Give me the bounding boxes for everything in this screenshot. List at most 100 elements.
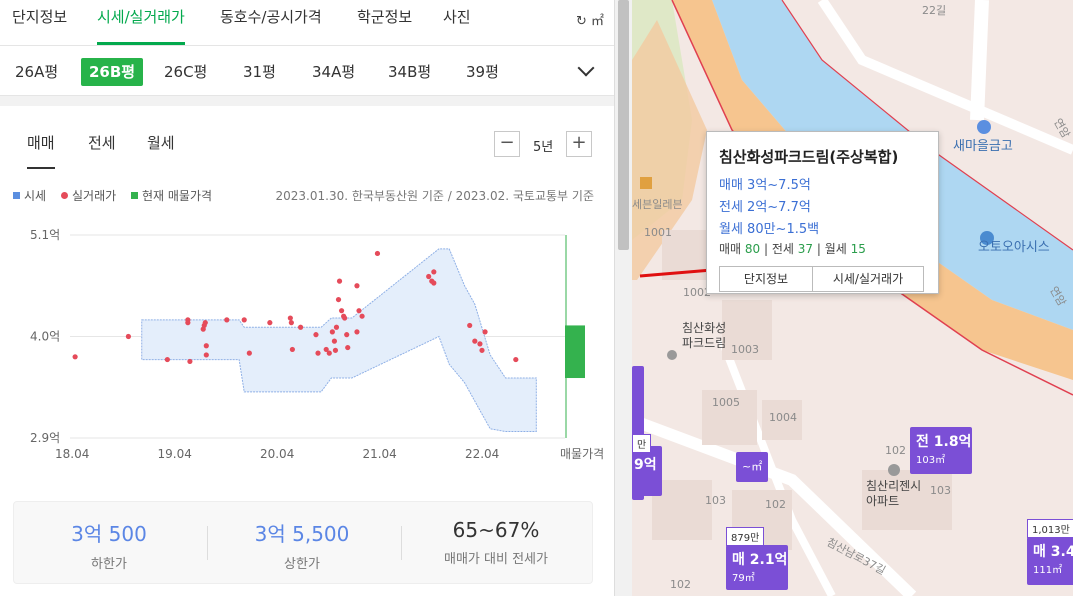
popup-price-button[interactable]: 시세/실거래가 bbox=[812, 266, 924, 292]
price-summary: 3억 500 하한가 3억 5,500 상한가 65~67% 매매가 대비 전세… bbox=[13, 501, 593, 584]
price-marker[interactable]: ~㎡ bbox=[736, 452, 768, 482]
price-marker[interactable]: 전 1.8억 103㎡ bbox=[910, 427, 972, 474]
summary-min-label: 하한가 bbox=[91, 557, 127, 572]
size-tab-selected[interactable]: 26B평 bbox=[81, 58, 144, 86]
size-tab[interactable]: 34B평 bbox=[388, 58, 431, 86]
transaction-point bbox=[426, 273, 432, 280]
transaction-point bbox=[356, 308, 362, 314]
legend-transaction: 실거래가 bbox=[61, 187, 116, 204]
legend-price: 시세 bbox=[13, 187, 46, 204]
transaction-point bbox=[224, 317, 230, 323]
y-tick-label: 5.1억 bbox=[30, 228, 60, 242]
complex-popup[interactable]: 침산화성파크드림(주상복합) 매매 3억~7.5억 전세 2억~7.7억 월세 … bbox=[706, 131, 939, 294]
transaction-point bbox=[354, 283, 360, 289]
transaction-point bbox=[246, 350, 252, 356]
summary-min-value: 3억 500 bbox=[71, 522, 147, 546]
section-divider bbox=[0, 96, 614, 106]
source-note: 2023.01.30. 한국부동산원 기준 / 2023.02. 국토교통부 기… bbox=[275, 189, 595, 203]
transaction-point bbox=[338, 308, 345, 314]
transaction-point bbox=[479, 347, 485, 353]
x-tick-label: 22.04 bbox=[465, 447, 499, 461]
map-label-building: 1001 bbox=[644, 226, 672, 239]
period-decrease-button[interactable]: − bbox=[494, 131, 520, 157]
summary-ratio-value: 65~67% bbox=[452, 518, 540, 542]
transaction-point bbox=[431, 269, 437, 275]
map-road bbox=[970, 0, 989, 121]
popup-title: 침산화성파크드림(주상복합) bbox=[719, 148, 899, 166]
transaction-point bbox=[431, 280, 437, 286]
size-tab[interactable]: 26C평 bbox=[164, 58, 207, 86]
period-increase-button[interactable]: + bbox=[566, 131, 592, 157]
x-tick-label: 20.04 bbox=[260, 447, 294, 461]
tab-complex-info[interactable]: 단지정보 bbox=[12, 7, 67, 45]
legend-swatch bbox=[13, 192, 20, 199]
transaction-point bbox=[202, 320, 208, 326]
transaction-point bbox=[482, 329, 488, 335]
transaction-point bbox=[359, 313, 365, 319]
y-tick-label: 4.0억 bbox=[30, 330, 60, 344]
transaction-point bbox=[185, 317, 191, 323]
summary-max: 3억 5,500 상한가 bbox=[207, 518, 397, 572]
price-marker[interactable]: 만 9억 bbox=[632, 434, 662, 496]
size-tabs: 26A평 26B평 26C평 31평 34A평 34B평 39평 bbox=[0, 46, 614, 96]
main-tabs: 단지정보 시세/실거래가 동호수/공시가격 학군정보 사진 ↻ ㎡ bbox=[0, 0, 614, 46]
map-label-complex: 침산화성 파크드림 bbox=[682, 321, 727, 350]
popup-listing-counts: 매매 80 | 전세 37 | 월세 15 bbox=[719, 242, 866, 256]
transaction-point bbox=[315, 350, 321, 356]
tab-sale[interactable]: 매매 bbox=[27, 132, 55, 169]
transaction-point bbox=[472, 338, 478, 344]
summary-min: 3억 500 하한가 bbox=[14, 518, 204, 572]
size-tab[interactable]: 31평 bbox=[243, 58, 276, 86]
transaction-point bbox=[267, 320, 273, 326]
price-marker[interactable]: 1,013만 매 3.4억 111㎡ bbox=[1027, 519, 1073, 585]
transaction-point bbox=[313, 332, 319, 338]
tab-monthly[interactable]: 월세 bbox=[147, 132, 175, 167]
bank-icon bbox=[977, 120, 991, 134]
store-icon bbox=[640, 177, 652, 189]
transaction-point bbox=[345, 344, 351, 351]
transaction-point bbox=[326, 350, 332, 356]
unit-toggle-button[interactable]: ↻ ㎡ bbox=[576, 10, 604, 29]
price-marker[interactable]: 879만 매 2.1억 79㎡ bbox=[726, 527, 788, 590]
transaction-point bbox=[374, 250, 381, 257]
map-label-building: 1004 bbox=[769, 411, 797, 424]
map-label: 22길 bbox=[922, 4, 947, 17]
transaction-point bbox=[342, 315, 348, 321]
deal-type-tabs: 매매 전세 월세 bbox=[0, 106, 614, 169]
scrollbar-thumb[interactable] bbox=[618, 0, 629, 250]
size-tab[interactable]: 39평 bbox=[466, 58, 499, 86]
transaction-point bbox=[164, 356, 170, 363]
transaction-point bbox=[332, 347, 339, 353]
legend-listing: 현재 매물가격 bbox=[131, 187, 212, 204]
panel-scrollbar[interactable] bbox=[614, 0, 632, 596]
transaction-point bbox=[289, 346, 295, 353]
transaction-point bbox=[297, 324, 304, 330]
summary-ratio-label: 매매가 대비 전세가 bbox=[444, 552, 548, 567]
tab-photos[interactable]: 사진 bbox=[443, 7, 471, 45]
transaction-point bbox=[241, 317, 247, 323]
map-label-building: 102 bbox=[765, 498, 786, 511]
map-view[interactable]: 22길 새마을금고 오토오아시스 세븐일레븐 1001 1002 1003 10… bbox=[632, 0, 1073, 596]
map-label-complex: 침산리젠시 아파트 bbox=[866, 479, 922, 508]
detail-panel: 단지정보 시세/실거래가 동호수/공시가격 학군정보 사진 ↻ ㎡ 26A평 2… bbox=[0, 0, 614, 596]
size-tab[interactable]: 34A평 bbox=[312, 58, 355, 86]
map-label-store: 세븐일레븐 bbox=[632, 198, 683, 211]
map-label-poi: 오토오아시스 bbox=[978, 240, 1050, 255]
transaction-point bbox=[331, 338, 338, 344]
transaction-point bbox=[344, 332, 350, 338]
legend-swatch bbox=[61, 192, 68, 199]
map-label-building: 102 bbox=[885, 444, 906, 457]
transaction-point bbox=[203, 352, 209, 358]
tab-school[interactable]: 학군정보 bbox=[357, 7, 412, 45]
size-tab[interactable]: 26A평 bbox=[15, 58, 58, 86]
apartment-icon bbox=[888, 464, 900, 476]
tab-market-price[interactable]: 시세/실거래가 bbox=[97, 7, 185, 45]
x-tick-label: 21.04 bbox=[362, 447, 396, 461]
tab-jeonse[interactable]: 전세 bbox=[88, 132, 116, 167]
transaction-point bbox=[467, 322, 473, 329]
popup-complex-info-button[interactable]: 단지정보 bbox=[719, 266, 813, 292]
tab-unit-price[interactable]: 동호수/공시가격 bbox=[220, 7, 322, 45]
popup-sale-range: 매매 3억~7.5억 bbox=[719, 178, 811, 193]
chevron-down-icon[interactable] bbox=[577, 59, 595, 77]
transaction-point bbox=[288, 320, 294, 326]
